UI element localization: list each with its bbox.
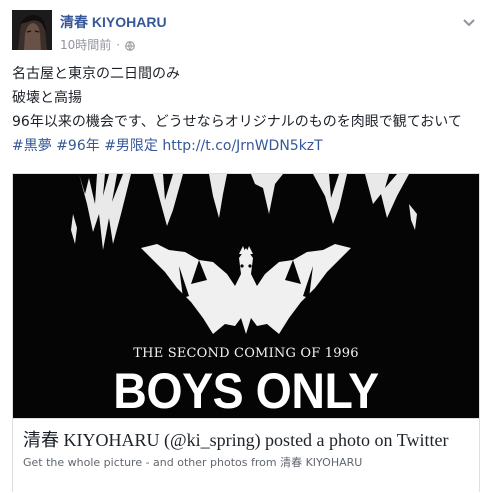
image-headline: BOYS ONLY <box>113 363 379 418</box>
attachment-caption[interactable]: 清春 KIYOHARU (@ki_spring) posted a photo … <box>13 418 479 492</box>
post-line: 名古屋と東京の二日間のみ <box>12 66 180 82</box>
hashtag-link[interactable]: #男限定 <box>104 138 158 154</box>
attachment-description: Get the whole picture - and other photos… <box>23 456 363 469</box>
attachment-photo[interactable]: THE SECOND COMING OF 1996 BOYS ONLY <box>13 174 479 418</box>
post-timestamp[interactable]: 10時間前 <box>60 36 111 53</box>
avatar[interactable] <box>12 10 52 50</box>
hashtag-link[interactable]: #黒夢 <box>12 138 52 154</box>
post-header: 清春 KIYOHARU 10時間前 · <box>12 10 167 53</box>
post-line: 破壊と高揚 <box>12 90 82 106</box>
meta-separator: · <box>116 37 121 52</box>
globe-icon[interactable] <box>125 40 135 51</box>
author-name[interactable]: 清春 KIYOHARU <box>60 12 167 32</box>
chevron-down-icon[interactable] <box>462 12 476 27</box>
link-attachment[interactable]: THE SECOND COMING OF 1996 BOYS ONLY 清春 K… <box>12 173 480 492</box>
post-message: 名古屋と東京の二日間のみ 破壊と高揚 96年以来の機会です、どうせならオリジナル… <box>12 62 482 158</box>
attachment-title[interactable]: 清春 KIYOHARU (@ki_spring) posted a photo … <box>23 429 469 451</box>
hashtag-line: #黒夢 #96年 #男限定 http://t.co/JrnWDN5kzT <box>12 134 482 158</box>
post-meta: 10時間前 · <box>60 36 167 53</box>
image-subhead: THE SECOND COMING OF 1996 <box>133 346 359 361</box>
post-line: 96年以来の機会です、どうせならオリジナルのものを肉眼で観ておいて <box>12 114 462 130</box>
hashtag-link[interactable]: #96年 <box>56 138 100 154</box>
url-link[interactable]: http://t.co/JrnWDN5kzT <box>162 138 322 154</box>
